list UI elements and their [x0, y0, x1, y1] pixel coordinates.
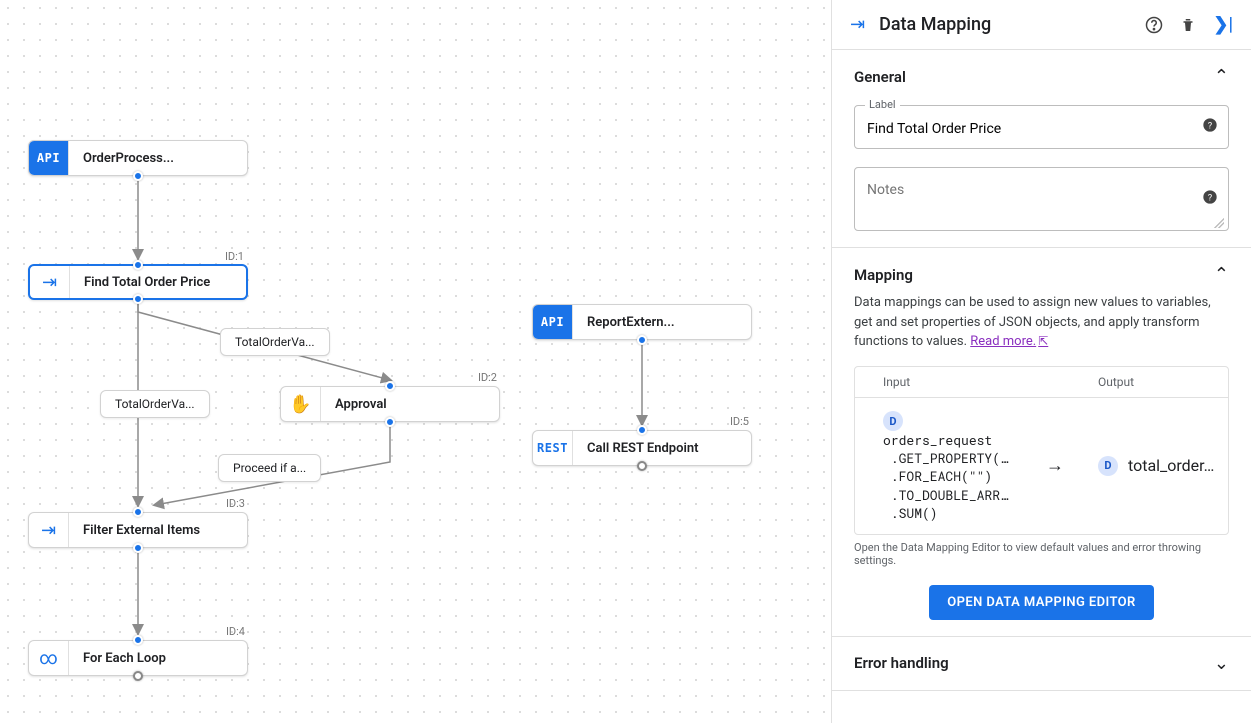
- node-id: ID:4: [226, 625, 245, 638]
- port-out[interactable]: [385, 417, 395, 427]
- section-header-error-handling[interactable]: Error handling ⌄: [854, 653, 1229, 674]
- mapping-hint: Open the Data Mapping Editor to view def…: [854, 541, 1229, 567]
- port-out[interactable]: [133, 543, 143, 553]
- node-label: Find Total Order Price: [70, 275, 224, 290]
- node-label: Filter External Items: [69, 523, 214, 538]
- api-icon: API: [29, 141, 69, 175]
- port-out[interactable]: [637, 461, 647, 471]
- open-data-mapping-editor-button[interactable]: OPEN DATA MAPPING EDITOR: [929, 585, 1153, 620]
- label-input[interactable]: [865, 120, 1194, 138]
- hand-icon: ✋: [281, 387, 321, 421]
- loop-icon: ∞: [29, 641, 69, 675]
- mapping-table: Input Output D orders_request .GET_PROPE…: [854, 366, 1229, 535]
- resize-handle-icon[interactable]: [1214, 218, 1224, 228]
- node-report-extern-trigger[interactable]: API ReportExtern...: [532, 304, 752, 340]
- label-field[interactable]: Label ?: [854, 105, 1229, 149]
- chevron-down-icon: ⌄: [1214, 653, 1229, 674]
- section-title: General: [854, 68, 906, 86]
- help-icon[interactable]: ?: [1202, 189, 1218, 209]
- data-mapping-icon: ⇥: [850, 14, 865, 35]
- chevron-up-icon: ⌃: [1214, 66, 1229, 87]
- node-id: ID:5: [730, 415, 749, 428]
- section-general: General ⌃ Label ? ?: [832, 50, 1251, 248]
- workflow-canvas[interactable]: API OrderProcess... ID:1 ⇥ Find Total Or…: [0, 0, 831, 723]
- data-mapping-icon: ⇥: [30, 266, 70, 298]
- col-header-output: Output: [1070, 375, 1228, 389]
- edge-label[interactable]: TotalOrderVa...: [220, 328, 330, 356]
- mapping-row[interactable]: D orders_request .GET_PROPERTY(… .FOR_EA…: [855, 398, 1228, 534]
- section-error-handling: Error handling ⌄: [832, 637, 1251, 691]
- read-more-link[interactable]: Read more.⇱: [970, 334, 1048, 349]
- port-in[interactable]: [385, 381, 395, 391]
- node-find-total-order-price[interactable]: ID:1 ⇥ Find Total Order Price: [28, 264, 248, 300]
- mapping-output-text: total_order…: [1128, 456, 1214, 475]
- external-link-icon: ⇱: [1038, 334, 1048, 348]
- notes-field[interactable]: ?: [854, 167, 1229, 231]
- port-out[interactable]: [133, 671, 143, 681]
- panel-title: Data Mapping: [879, 14, 1131, 35]
- help-icon[interactable]: ?: [1202, 117, 1218, 137]
- node-filter-external-items[interactable]: ID:3 ⇥ Filter External Items: [28, 512, 248, 548]
- port-in[interactable]: [637, 425, 647, 435]
- mapping-input-code: orders_request .GET_PROPERTY(… .FOR_EACH…: [883, 431, 1012, 522]
- panel-header: ⇥ Data Mapping ❯|: [832, 0, 1251, 50]
- details-panel: ⇥ Data Mapping ❯| General ⌃ Label ?: [831, 0, 1251, 723]
- edge-label[interactable]: Proceed if a...: [218, 454, 321, 482]
- variable-chip-icon: D: [1098, 456, 1118, 476]
- node-label: Call REST Endpoint: [573, 441, 712, 456]
- field-label: Label: [865, 98, 900, 111]
- node-label: Approval: [321, 397, 401, 412]
- api-icon: API: [533, 305, 573, 339]
- port-in[interactable]: [133, 635, 143, 645]
- node-approval[interactable]: ID:2 ✋ Approval: [280, 386, 500, 422]
- node-label: For Each Loop: [69, 651, 180, 666]
- port-in[interactable]: [133, 260, 143, 270]
- node-label: OrderProcess...: [69, 151, 188, 166]
- node-id: ID:2: [478, 371, 497, 384]
- arrow-right-icon: →: [1040, 455, 1070, 476]
- node-call-rest-endpoint[interactable]: ID:5 REST Call REST Endpoint: [532, 430, 752, 466]
- node-id: ID:1: [225, 250, 244, 263]
- port-out[interactable]: [133, 171, 143, 181]
- edge-label[interactable]: TotalOrderVa...: [100, 390, 210, 418]
- data-mapping-icon: ⇥: [29, 513, 69, 547]
- section-header-mapping[interactable]: Mapping ⌃: [854, 264, 1229, 285]
- chevron-up-icon: ⌃: [1214, 264, 1229, 285]
- mapping-description: Data mappings can be used to assign new …: [854, 293, 1229, 352]
- notes-input[interactable]: [865, 180, 1194, 216]
- section-title: Mapping: [854, 266, 913, 284]
- svg-text:?: ?: [1208, 192, 1213, 203]
- node-for-each-loop[interactable]: ID:4 ∞ For Each Loop: [28, 640, 248, 676]
- port-out[interactable]: [637, 335, 647, 345]
- port-out[interactable]: [133, 294, 143, 304]
- section-title: Error handling: [854, 654, 949, 672]
- variable-chip-icon: D: [883, 411, 903, 431]
- collapse-panel-icon[interactable]: ❯|: [1213, 14, 1233, 35]
- section-header-general[interactable]: General ⌃: [854, 66, 1229, 87]
- node-label: ReportExtern...: [573, 315, 689, 330]
- node-order-process-trigger[interactable]: API OrderProcess...: [28, 140, 248, 176]
- col-header-input: Input: [855, 375, 1040, 389]
- port-in[interactable]: [133, 507, 143, 517]
- section-mapping: Mapping ⌃ Data mappings can be used to a…: [832, 248, 1251, 637]
- help-icon[interactable]: [1145, 16, 1163, 34]
- node-id: ID:3: [226, 497, 245, 510]
- svg-text:?: ?: [1208, 120, 1213, 131]
- delete-icon[interactable]: [1179, 16, 1197, 34]
- rest-icon: REST: [533, 431, 573, 465]
- edges-layer: [0, 0, 831, 723]
